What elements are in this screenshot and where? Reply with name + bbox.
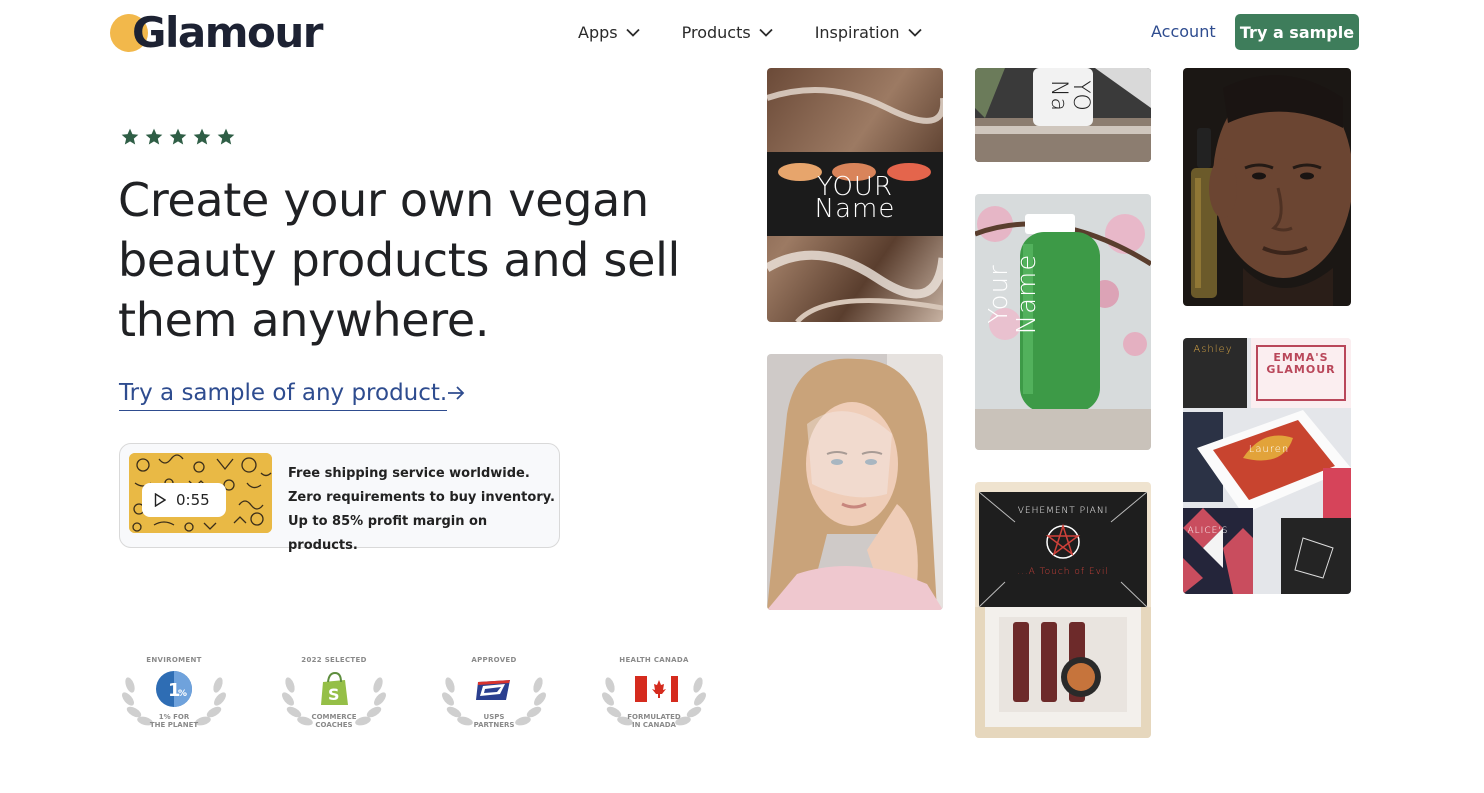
info-card: 0:55 Free shipping service worldwide. Ze… — [119, 443, 560, 553]
svg-text:S: S — [328, 685, 340, 704]
man-serum-graphic — [1183, 68, 1351, 306]
rating-stars — [120, 127, 236, 147]
chevron-down-icon — [625, 28, 640, 37]
badge-bottom-line: USPS — [483, 713, 505, 721]
badge-top-label: APPROVED — [471, 656, 517, 664]
box-title: VEHEMENT PIANI — [1017, 506, 1109, 516]
packaging-graphic — [1183, 338, 1351, 594]
alice-text: ALICE'S — [1187, 526, 1229, 536]
gift-box-text: EMMA'S GLAMOUR — [1266, 351, 1336, 376]
gallery-image-gift-box: VEHEMENT PIANI ...A Touch of Evil — [975, 482, 1151, 738]
try-sample-button[interactable]: Try a sample — [1235, 14, 1359, 50]
arrow-right-icon[interactable] — [446, 383, 466, 403]
badge-usps: APPROVED USPS PARTNERS — [438, 655, 550, 730]
badge-top-label: HEALTH CANADA — [619, 656, 689, 664]
nav-products-label: Products — [681, 22, 751, 42]
bottle-text: Name — [1012, 253, 1042, 335]
badge-bottom-line: COMMERCE — [311, 713, 357, 721]
badge-bottom-label: FORMULATED IN CANADA — [598, 713, 710, 729]
main-nav: Apps Products Inspiration — [578, 20, 964, 44]
badge-canada: HEALTH CANADA FORMULATED IN CANADA — [598, 655, 710, 730]
hero-headline: Create your own vegan beauty products an… — [118, 170, 718, 350]
badge-shopify: 2022 SELECTED S COMMERCE COACHES — [278, 655, 390, 730]
play-button[interactable]: 0:55 — [142, 483, 226, 517]
star-icon — [193, 128, 211, 145]
box-subtitle: ...A Touch of Evil — [1017, 567, 1109, 577]
one-percent-planet-icon: 1 % — [156, 671, 192, 707]
gallery-image-face-mask — [767, 354, 943, 610]
nav-products[interactable]: Products — [682, 20, 773, 44]
gift-box-graphic — [975, 482, 1151, 738]
badge-bottom-line: THE PLANET — [149, 721, 199, 729]
benefit-item: Up to 85% profit margin on products. — [288, 514, 488, 553]
badge-bottom-line: PARTNERS — [473, 721, 515, 729]
chevron-down-icon — [759, 28, 773, 37]
portrait-graphic — [767, 354, 943, 610]
nav-apps-label: Apps — [578, 22, 618, 42]
badge-bottom-label: 1% FOR THE PLANET — [118, 713, 230, 729]
nav-inspiration[interactable]: Inspiration — [815, 20, 922, 44]
benefits-list: Free shipping service worldwide. Zero re… — [288, 462, 559, 558]
usps-eagle-icon — [476, 680, 510, 700]
gallery-image-bottle-top: YO Na — [975, 68, 1151, 162]
badge-bottom-line: 1% FOR — [158, 713, 190, 721]
video-duration: 0:55 — [176, 491, 210, 509]
play-icon — [154, 493, 166, 507]
chevron-down-icon — [907, 28, 922, 37]
svg-text:%: % — [178, 689, 187, 699]
star-icon — [145, 128, 163, 145]
headline-line-3: them anywhere. — [118, 293, 490, 347]
benefit-item: Free shipping service worldwide. — [288, 466, 530, 481]
star-icon — [169, 128, 187, 145]
card-text: Lauren — [1248, 444, 1290, 455]
gallery-image-packaging: EMMA'S GLAMOUR Lauren ALICE'S Ashley — [1183, 338, 1351, 594]
badge-top-label: ENVIROMENT — [146, 656, 202, 664]
video-thumbnail[interactable]: 0:55 — [129, 453, 272, 533]
canada-flag-icon — [635, 676, 678, 702]
badge-one-percent: ENVIROMENT 1 % 1% FOR THE PLANET — [118, 655, 230, 730]
headline-line-1: Create your own vegan — [118, 173, 649, 227]
try-sample-link[interactable]: Try a sample of any product. — [119, 378, 448, 411]
brand-name: Glamour — [132, 8, 323, 57]
trust-badges: ENVIROMENT 1 % 1% FOR THE PLANET 2022 SE… — [118, 655, 758, 730]
palette-text: Name — [814, 194, 896, 224]
nav-inspiration-label: Inspiration — [814, 22, 900, 42]
benefit-item: Zero requirements to buy inventory. — [288, 490, 555, 505]
nav-apps[interactable]: Apps — [578, 20, 640, 44]
badge-bottom-line: COACHES — [315, 721, 353, 729]
badge-bottom-label: USPS PARTNERS — [438, 713, 550, 729]
gallery-image-palette: YOUR Name — [767, 68, 943, 322]
gallery-image-green-bottle: Your Name — [975, 194, 1151, 450]
account-link[interactable]: Account — [1151, 22, 1216, 41]
badge-top-label: 2022 SELECTED — [301, 656, 367, 664]
headline-line-2: beauty products and sell — [118, 233, 681, 287]
ashley-text: Ashley — [1193, 344, 1233, 355]
bottle-top-text: YO — [1068, 80, 1093, 112]
shopify-bag-icon: S — [321, 671, 348, 705]
badge-bottom-label: COMMERCE COACHES — [278, 713, 390, 729]
star-icon — [217, 128, 235, 145]
bottle-text: Your — [984, 264, 1014, 324]
star-icon — [121, 128, 139, 145]
gallery-image-man-serum — [1183, 68, 1351, 306]
badge-bottom-line: IN CANADA — [632, 721, 676, 729]
brand-logo[interactable]: Glamour — [110, 10, 323, 56]
badge-bottom-line: FORMULATED — [627, 713, 681, 721]
bottle-top-text: Na — [1046, 80, 1071, 112]
